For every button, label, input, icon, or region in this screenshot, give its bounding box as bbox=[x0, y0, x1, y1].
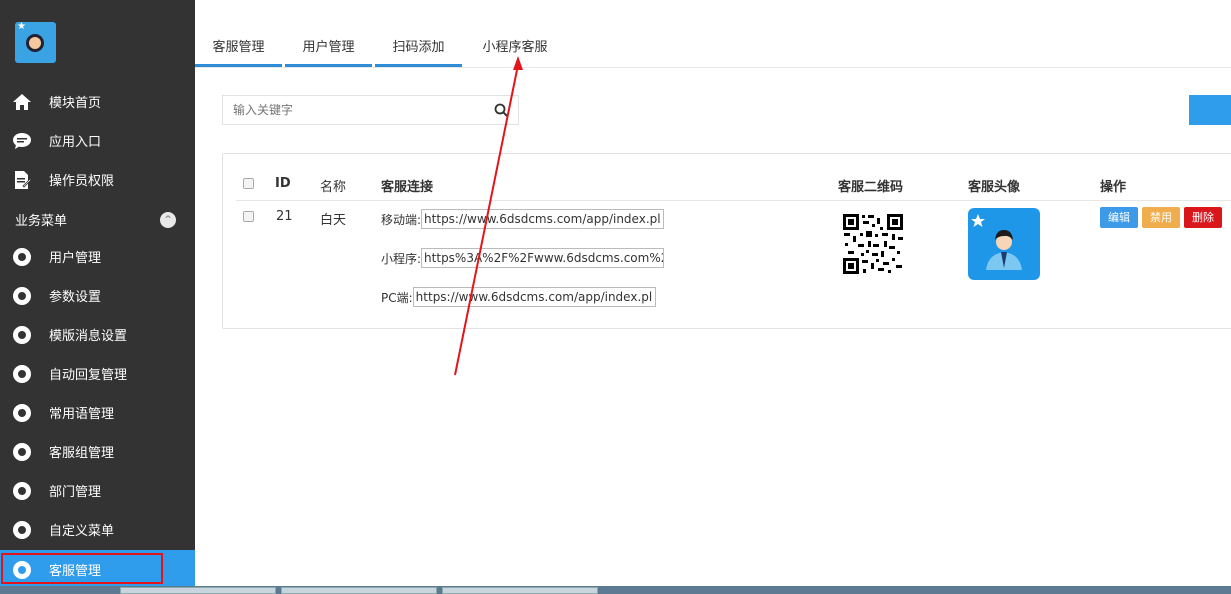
tab-label: 客服管理 bbox=[212, 40, 265, 55]
tab-bar: 客服管理 用户管理 扫码添加 小程序客服 bbox=[195, 0, 1231, 68]
column-header-name: 名称 bbox=[320, 180, 347, 195]
search-input[interactable] bbox=[223, 96, 485, 124]
sidebar-item-label: 模块首页 bbox=[49, 96, 102, 111]
qr-code-image bbox=[842, 213, 904, 275]
mobile-link-label: 移动端: bbox=[381, 212, 422, 227]
select-all-checkbox[interactable] bbox=[243, 178, 254, 189]
pc-link-label: PC端: bbox=[381, 290, 413, 305]
mobile-link-field[interactable]: https://www.6dsdcms.com/app/index.pl bbox=[421, 209, 665, 229]
sidebar-item-label: 部门管理 bbox=[49, 485, 102, 500]
column-header-id: ID bbox=[275, 176, 291, 191]
sidebar-item-label: 常用语管理 bbox=[49, 407, 115, 422]
miniprogram-link-field[interactable]: https%3A%2F%2Fwww.6dsdcms.com%2 bbox=[421, 248, 665, 268]
sidebar-item-label: 自定义菜单 bbox=[49, 524, 115, 539]
gear-icon bbox=[11, 246, 33, 268]
sidebar-item-app-entry[interactable]: 应用入口 bbox=[0, 121, 195, 160]
pc-link-row: PC端: https://www.6dsdcms.com/app/index.p… bbox=[381, 287, 656, 307]
search-icon[interactable] bbox=[484, 96, 518, 124]
gear-icon bbox=[11, 519, 33, 541]
sidebar-item-label: 客服组管理 bbox=[49, 446, 115, 461]
sidebar-item-service-group[interactable]: 客服组管理 bbox=[0, 432, 195, 471]
sidebar-item-label: 操作员权限 bbox=[49, 174, 115, 189]
sidebar-item-label: 自动回复管理 bbox=[49, 368, 128, 383]
column-header-actions: 操作 bbox=[1100, 180, 1127, 195]
header-divider bbox=[236, 200, 1231, 201]
taskbar-window-button[interactable] bbox=[281, 587, 437, 594]
gear-icon bbox=[11, 402, 33, 424]
tab-underline bbox=[375, 64, 462, 67]
edit-button[interactable]: 编辑 bbox=[1100, 207, 1138, 228]
miniprogram-link-row: 小程序: https%3A%2F%2Fwww.6dsdcms.com%2 bbox=[381, 248, 665, 268]
sidebar-item-parameter-settings[interactable]: 参数设置 bbox=[0, 276, 195, 315]
section-title: 业务菜单 bbox=[15, 214, 68, 229]
column-header-link: 客服连接 bbox=[381, 180, 434, 195]
app-logo: ★ bbox=[15, 21, 56, 63]
collapse-toggle-icon[interactable]: ^ bbox=[160, 212, 176, 228]
sidebar-item-department[interactable]: 部门管理 bbox=[0, 471, 195, 510]
sidebar-item-template-message[interactable]: 模版消息设置 bbox=[0, 315, 195, 354]
sidebar-item-label: 模版消息设置 bbox=[49, 329, 128, 344]
tab-label: 扫码添加 bbox=[392, 40, 445, 55]
service-avatar-image bbox=[968, 208, 1040, 280]
tab-label: 用户管理 bbox=[302, 40, 355, 55]
sidebar-item-operator-permission[interactable]: 操作员权限 bbox=[0, 160, 195, 199]
search-box bbox=[222, 95, 519, 125]
sidebar: ★ 模块首页 应用入口 操作员权限 业务菜单 ^ 用户管理 参数设置 模版消息设… bbox=[0, 0, 195, 589]
tab-mini-program-service[interactable]: 小程序客服 bbox=[475, 36, 555, 67]
row-id: 21 bbox=[276, 209, 293, 224]
pc-link-field[interactable]: https://www.6dsdcms.com/app/index.pl bbox=[412, 287, 656, 307]
sidebar-item-common-phrases[interactable]: 常用语管理 bbox=[0, 393, 195, 432]
table-panel bbox=[222, 153, 1231, 329]
miniprogram-link-label: 小程序: bbox=[381, 251, 422, 266]
sidebar-item-label: 参数设置 bbox=[49, 290, 102, 305]
tab-scan-add[interactable]: 扫码添加 bbox=[375, 36, 462, 67]
tab-underline bbox=[285, 64, 372, 67]
star-icon: ★ bbox=[17, 21, 26, 32]
row-name: 白天 bbox=[320, 213, 347, 228]
gear-icon bbox=[11, 480, 33, 502]
sidebar-item-label: 应用入口 bbox=[49, 135, 102, 150]
gear-icon bbox=[11, 363, 33, 385]
column-header-qr: 客服二维码 bbox=[838, 180, 904, 195]
tab-underline bbox=[195, 64, 282, 67]
sidebar-item-module-home[interactable]: 模块首页 bbox=[0, 82, 195, 121]
chat-bubble-icon bbox=[11, 130, 33, 152]
sidebar-item-user-management[interactable]: 用户管理 bbox=[0, 237, 195, 276]
taskbar-window-button[interactable] bbox=[120, 587, 276, 594]
tab-service-management[interactable]: 客服管理 bbox=[195, 36, 282, 67]
tab-user-management[interactable]: 用户管理 bbox=[285, 36, 372, 67]
disable-button[interactable]: 禁用 bbox=[1142, 207, 1180, 228]
sidebar-item-label: 用户管理 bbox=[49, 251, 102, 266]
add-button[interactable] bbox=[1189, 95, 1231, 125]
row-checkbox[interactable] bbox=[243, 211, 254, 222]
gear-icon bbox=[11, 324, 33, 346]
sidebar-item-custom-menu[interactable]: 自定义菜单 bbox=[0, 510, 195, 549]
delete-button[interactable]: 删除 bbox=[1184, 207, 1222, 228]
highlight-annotation-box bbox=[1, 553, 163, 584]
mobile-link-row: 移动端: https://www.6dsdcms.com/app/index.p… bbox=[381, 209, 665, 229]
home-icon bbox=[11, 91, 33, 113]
column-header-avatar: 客服头像 bbox=[968, 180, 1021, 195]
gear-icon bbox=[11, 285, 33, 307]
gear-icon bbox=[11, 441, 33, 463]
customer-service-avatar-icon bbox=[26, 34, 44, 52]
taskbar-window-button[interactable] bbox=[442, 587, 598, 594]
edit-document-icon bbox=[11, 169, 33, 191]
tab-label: 小程序客服 bbox=[482, 40, 548, 55]
sidebar-item-auto-reply[interactable]: 自动回复管理 bbox=[0, 354, 195, 393]
